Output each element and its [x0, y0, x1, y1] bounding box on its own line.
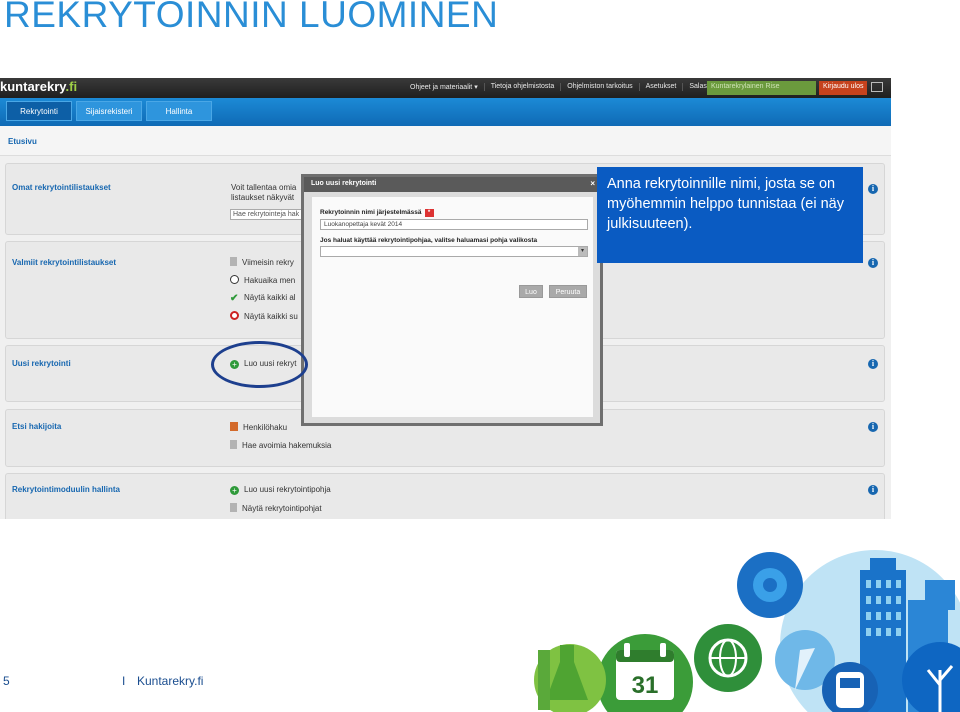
- callout-box: Anna rekrytoinnille nimi, josta se on my…: [597, 167, 863, 263]
- section-title: Rekrytointimoduulin hallinta: [12, 485, 121, 494]
- section-title: Uusi rekrytointi: [12, 359, 71, 368]
- top-bar: kuntarekry.fi Ohjeet ja materiaalit ▾ Ti…: [0, 78, 891, 98]
- list-item[interactable]: Viimeisin rekry: [230, 257, 294, 267]
- dialog-body: Rekrytoinnin nimi järjestelmässä * Luokan…: [312, 197, 593, 417]
- template-select[interactable]: ▾: [320, 246, 588, 257]
- info-icon[interactable]: i: [868, 258, 878, 268]
- list-item[interactable]: + Luo uusi rekrytointipohja: [230, 485, 331, 495]
- list-item[interactable]: Näytä kaikki su: [230, 311, 298, 321]
- logo-suffix: .fi: [65, 79, 78, 94]
- breadcrumb: Etusivu: [0, 126, 891, 156]
- checkmark-icon: ✔: [230, 293, 239, 304]
- person-search-icon: [230, 422, 238, 431]
- name-label: Rekrytoinnin nimi järjestelmässä *: [320, 209, 434, 217]
- list-item[interactable]: Hae avoimia hakemuksia: [230, 440, 331, 450]
- section-title: Omat rekrytointilistaukset: [12, 183, 111, 192]
- logout-button[interactable]: Kirjaudu ulos: [819, 81, 867, 95]
- tab-hallinta[interactable]: Hallinta: [146, 101, 212, 121]
- document-icon: [230, 503, 237, 512]
- list-item[interactable]: Hakuaika men: [230, 275, 295, 285]
- info-icon[interactable]: i: [868, 359, 878, 369]
- breadcrumb-home[interactable]: Etusivu: [8, 137, 37, 146]
- bus-icon: [836, 672, 864, 708]
- info-icon[interactable]: i: [868, 184, 878, 194]
- chevron-down-icon: ▾: [578, 247, 587, 256]
- document-icon: [230, 257, 237, 266]
- calendar-day: 31: [632, 672, 659, 699]
- footer-separator: I: [122, 674, 126, 688]
- logo-main: kuntarekry: [0, 79, 66, 94]
- required-marker: *: [424, 209, 434, 217]
- fullscreen-icon[interactable]: [871, 82, 883, 92]
- cancel-button[interactable]: Peruuta: [549, 285, 587, 298]
- info-icon[interactable]: i: [868, 422, 878, 432]
- section-module-admin: Rekrytointimoduulin hallinta + Luo uusi r…: [5, 473, 885, 519]
- top-link-settings[interactable]: Asetukset: [638, 83, 683, 91]
- create-recruitment-dialog: Luo uusi rekrytointi × Rekrytoinnin nimi…: [301, 174, 603, 426]
- main-nav: Rekrytointi Sijaisrekisteri Hallinta: [0, 98, 891, 126]
- info-icon[interactable]: i: [868, 485, 878, 495]
- template-label: Jos haluat käyttää rekrytointipohjaa, va…: [320, 237, 538, 244]
- top-link-purpose[interactable]: Ohjelmiston tarkoitus: [560, 83, 638, 91]
- section-title: Etsi hakijoita: [12, 422, 62, 431]
- own-lists-text-2: listaukset näkyvät: [231, 193, 295, 202]
- dialog-title: Luo uusi rekrytointi: [311, 180, 377, 187]
- recruitment-name-input[interactable]: Luokanopettaja kevät 2014: [320, 219, 588, 230]
- section-title: Valmiit rekrytointilistaukset: [12, 258, 117, 267]
- top-link-help[interactable]: Ohjeet ja materiaalit ▾: [404, 83, 484, 91]
- top-link-about[interactable]: Tietoja ohjelmistosta: [483, 83, 561, 91]
- tab-rekrytointi[interactable]: Rekrytointi: [6, 101, 72, 121]
- document-icon: [230, 440, 237, 449]
- plus-icon: +: [230, 486, 239, 495]
- page-number: 5: [3, 674, 10, 688]
- own-lists-text: Voit tallentaa omia: [231, 183, 297, 192]
- create-button[interactable]: Luo: [519, 285, 543, 298]
- list-item[interactable]: Henkilöhaku: [230, 422, 287, 432]
- footer-brand: Kuntarekry.fi: [137, 674, 204, 688]
- top-links: Ohjeet ja materiaalit ▾ Tietoja ohjelmis…: [404, 83, 730, 91]
- app-logo[interactable]: kuntarekry.fi: [0, 79, 77, 94]
- search-recruitments-input[interactable]: Hae rekrytointeja hak: [230, 209, 310, 220]
- tab-sijaisrekisteri[interactable]: Sijaisrekisteri: [76, 101, 142, 121]
- list-item[interactable]: Näytä rekrytointipohjat: [230, 503, 322, 513]
- list-item[interactable]: ✔ Näytä kaikki al: [230, 293, 296, 304]
- close-icon[interactable]: ×: [590, 179, 595, 188]
- city-illustration: 31: [534, 550, 960, 712]
- user-button[interactable]: Kuntarekrylainen Rise: [707, 81, 816, 95]
- slide-title: REKRYTOINNIN LUOMINEN: [4, 0, 499, 35]
- clock-icon: [230, 275, 239, 284]
- prohibited-icon: [230, 311, 239, 320]
- highlight-circle: [211, 341, 308, 388]
- dialog-header: Luo uusi rekrytointi ×: [304, 177, 600, 192]
